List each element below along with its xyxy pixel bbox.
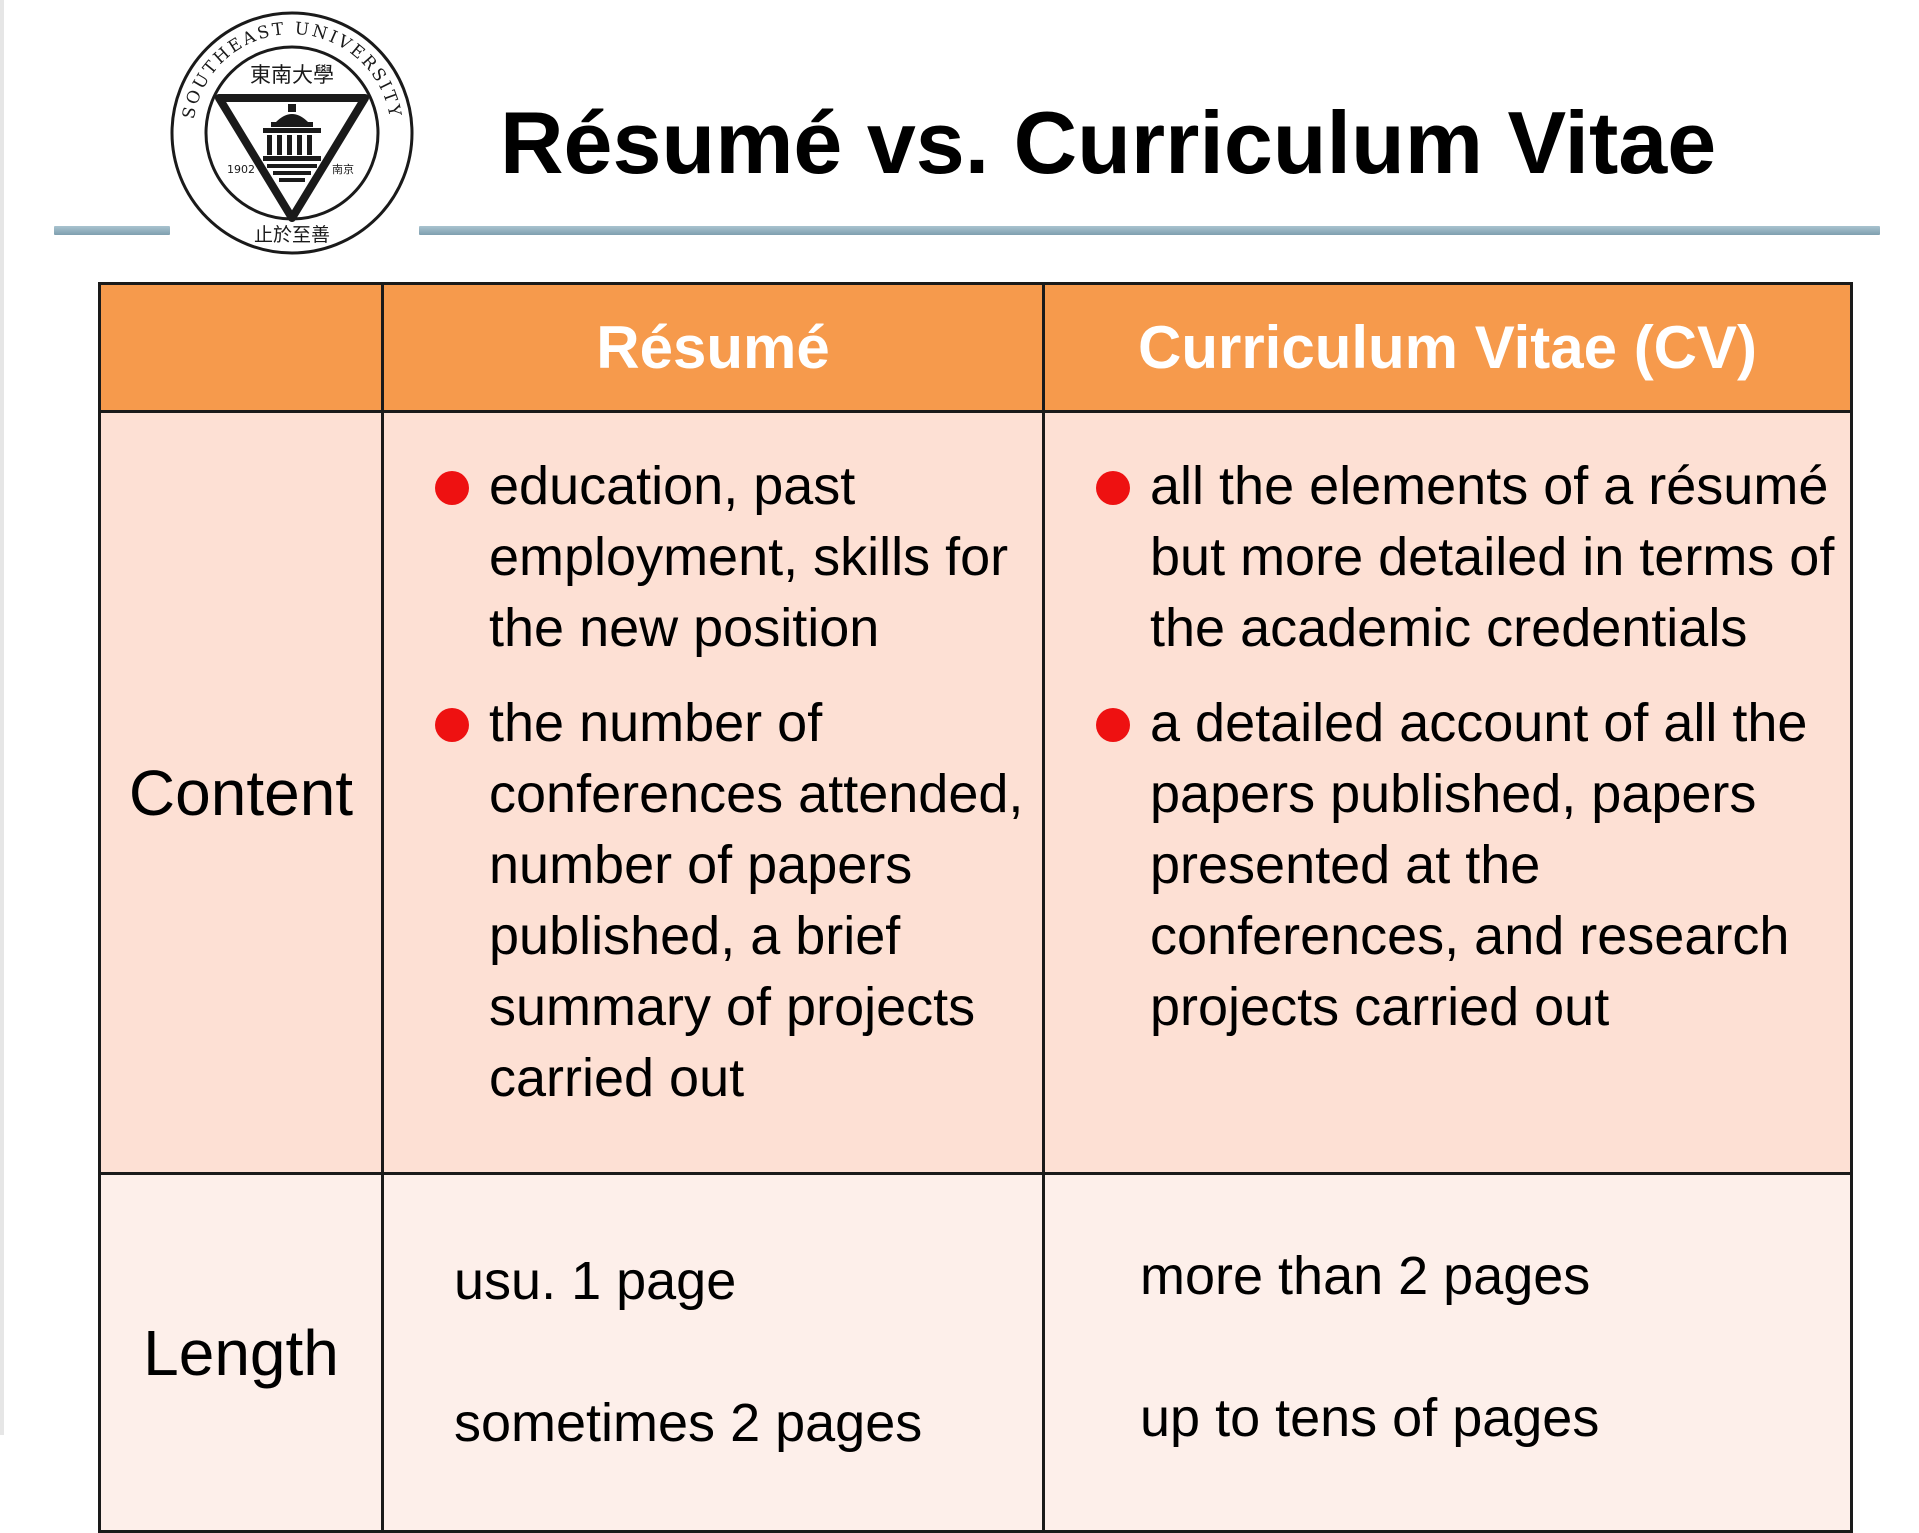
bullet-dot-icon	[1096, 708, 1130, 742]
header-divider-right	[419, 226, 1880, 235]
table-row-content: Content education, past employment, skil…	[98, 410, 1853, 1175]
list-item: education, past employment, skills for t…	[435, 451, 1042, 664]
bullet-dot-icon	[435, 471, 469, 505]
length-cv-text: more than 2 pages up to tens of pages	[1045, 1170, 1850, 1525]
logo-year: 1902	[227, 163, 255, 176]
length-resume-line: sometimes 2 pages	[454, 1393, 923, 1453]
length-resume-line: usu. 1 page	[454, 1251, 737, 1311]
length-resume-cell: usu. 1 page sometimes 2 pages	[381, 1172, 1045, 1533]
row-label-length: Length	[98, 1172, 384, 1533]
page-title: Résumé vs. Curriculum Vitae	[500, 93, 1717, 192]
cv-content-list: all the elements of a résumé but more de…	[1045, 413, 1850, 1043]
bullet-text: education, past employment, skills for t…	[489, 456, 1009, 658]
header-cv: Curriculum Vitae (CV)	[1042, 282, 1853, 413]
logo-chinese-name: 東南大學	[250, 63, 334, 87]
logo-city: 南京	[332, 162, 354, 176]
length-cv-cell: more than 2 pages up to tens of pages	[1042, 1172, 1853, 1533]
length-cv-line: more than 2 pages	[1140, 1246, 1591, 1306]
list-item: all the elements of a résumé but more de…	[1096, 451, 1850, 664]
content-resume-cell: education, past employment, skills for t…	[381, 410, 1045, 1175]
header-corner-cell	[98, 282, 384, 413]
length-resume-text: usu. 1 page sometimes 2 pages	[384, 1175, 1042, 1530]
bullet-text: the number of conferences attended, numb…	[489, 693, 1024, 1108]
list-item: the number of conferences attended, numb…	[435, 688, 1042, 1114]
southeast-university-logo: SOUTHEAST UNIVERSITY 東南大學 1902 南京 止於至善	[170, 11, 414, 255]
bullet-dot-icon	[1096, 471, 1130, 505]
list-item: a detailed account of all the papers pub…	[1096, 688, 1850, 1043]
row-label-content: Content	[98, 410, 384, 1175]
bullet-text: a detailed account of all the papers pub…	[1150, 693, 1808, 1037]
length-cv-line: up to tens of pages	[1140, 1388, 1600, 1448]
resume-content-list: education, past employment, skills for t…	[384, 413, 1042, 1114]
slide-left-edge	[0, 0, 4, 1435]
bullet-dot-icon	[435, 708, 469, 742]
header-divider-left	[54, 226, 170, 235]
logo-motto: 止於至善	[254, 224, 330, 246]
content-cv-cell: all the elements of a résumé but more de…	[1042, 410, 1853, 1175]
bullet-text: all the elements of a résumé but more de…	[1150, 456, 1835, 658]
comparison-table: Résumé Curriculum Vitae (CV) Content edu…	[98, 282, 1853, 1533]
table-header-row: Résumé Curriculum Vitae (CV)	[98, 282, 1853, 413]
table-row-length: Length usu. 1 page sometimes 2 pages mor…	[98, 1172, 1853, 1533]
header-resume: Résumé	[381, 282, 1045, 413]
